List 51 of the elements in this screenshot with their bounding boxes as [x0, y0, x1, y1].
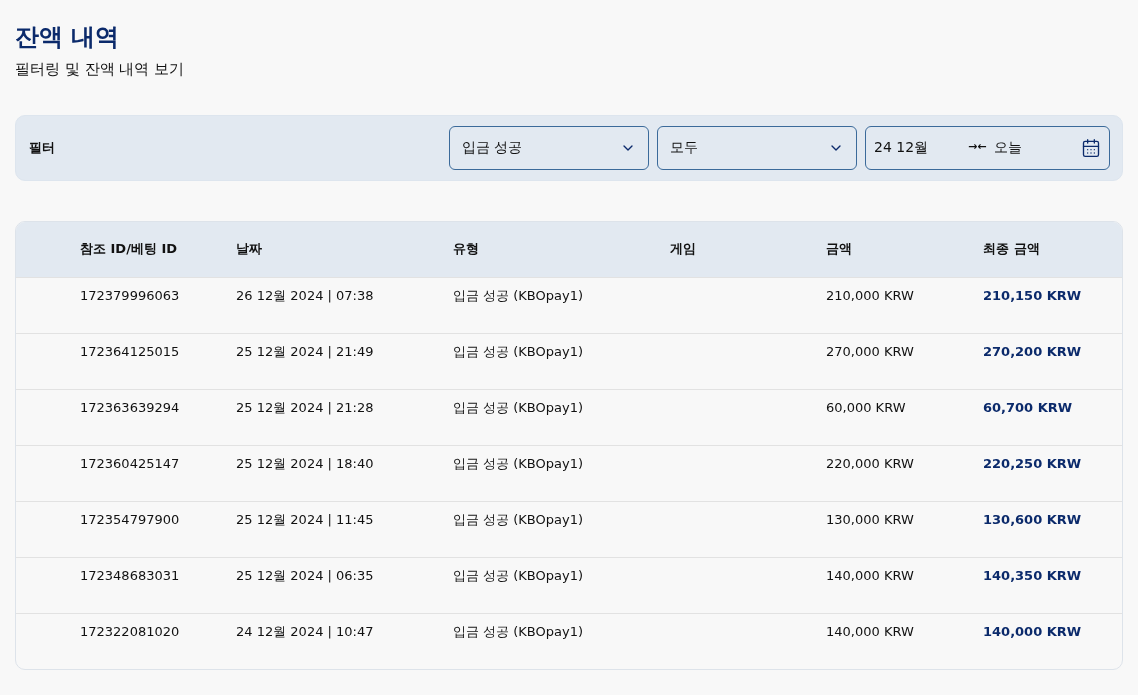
range-arrows-icon: →← — [968, 139, 994, 156]
table-cell-text: 172363639294 — [80, 399, 180, 418]
table-cell-text: 210,150 KRW — [983, 287, 1082, 306]
table-cell-text: 210,000 KRW — [826, 287, 914, 306]
table-cell-text: 24 12월 2024 | 10:47 — [236, 623, 374, 642]
date-from: 24 12월 — [874, 138, 930, 157]
table-cell-text: 140,000 KRW — [826, 567, 914, 586]
table-cell-text: 25 12월 2024 | 21:28 — [236, 399, 374, 418]
column-header: 참조 ID/베팅 ID — [80, 240, 178, 259]
date-to: 오늘 — [994, 138, 1022, 157]
table-cell-text: 입금 성공 (KBOpay1) — [453, 287, 584, 306]
page-subtitle: 필터링 및 잔액 내역 보기 — [15, 59, 185, 80]
table-cell-text: 25 12월 2024 | 11:45 — [236, 511, 374, 530]
table-cell-text: 172348683031 — [80, 567, 180, 586]
table-cell-text: 270,000 KRW — [826, 343, 914, 362]
table-cell-text: 25 12월 2024 | 06:35 — [236, 567, 374, 586]
table-cell-text: 172322081020 — [80, 623, 180, 642]
table-cell-text: 140,350 KRW — [983, 567, 1082, 586]
calendar-icon — [1081, 137, 1101, 158]
table-cell-text: 172354797900 — [80, 511, 180, 530]
page-title: 잔액 내역 — [15, 22, 120, 53]
table-cell-text: 입금 성공 (KBOpay1) — [453, 623, 584, 642]
type-dropdown[interactable]: 입금 성공 — [449, 125, 649, 170]
table-cell-text: 26 12월 2024 | 07:38 — [236, 287, 374, 306]
table-cell-text: 270,200 KRW — [983, 343, 1082, 362]
table-cell-text: 60,000 KRW — [826, 399, 906, 418]
status-dropdown[interactable]: 모두 — [657, 125, 857, 170]
table-cell-text: 172364125015 — [80, 343, 180, 362]
table-cell-text: 입금 성공 (KBOpay1) — [453, 455, 584, 474]
column-header: 유형 — [453, 240, 479, 259]
table-cell-text: 25 12월 2024 | 18:40 — [236, 455, 374, 474]
column-header: 게임 — [670, 240, 696, 259]
table-cell-text: 130,600 KRW — [983, 511, 1082, 530]
column-header: 최종 금액 — [983, 240, 1040, 259]
column-header: 금액 — [826, 240, 852, 259]
table-cell-text: 220,000 KRW — [826, 455, 914, 474]
table-cell-text: 172379996063 — [80, 287, 180, 306]
table-cell-text: 입금 성공 (KBOpay1) — [453, 511, 584, 530]
table-cell-text: 입금 성공 (KBOpay1) — [453, 567, 584, 586]
table-cell-text: 130,000 KRW — [826, 511, 914, 530]
table-cell-text: 입금 성공 (KBOpay1) — [453, 343, 584, 362]
table-cell-text: 60,700 KRW — [983, 399, 1073, 418]
table-cell-text: 25 12월 2024 | 21:49 — [236, 343, 374, 362]
table-cell-text: 140,000 KRW — [983, 623, 1082, 642]
table-cell-text: 140,000 KRW — [826, 623, 914, 642]
column-header: 날짜 — [236, 240, 262, 259]
table-cell-text: 220,250 KRW — [983, 455, 1082, 474]
date-range-field[interactable]: 24 12월 →← 오늘 — [865, 125, 1110, 170]
table-cell-text: 입금 성공 (KBOpay1) — [453, 399, 584, 418]
table-cell-text: 172360425147 — [80, 455, 180, 474]
filter-label: 필터 — [29, 138, 55, 157]
